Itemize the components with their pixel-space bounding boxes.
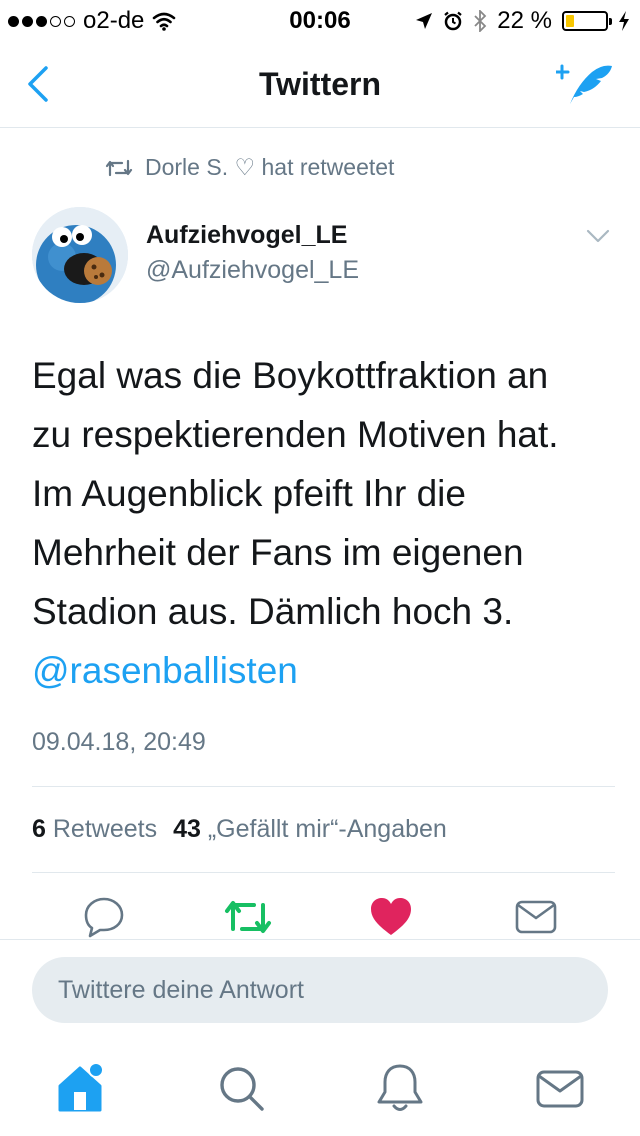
- tweet-timestamp: 09.04.18, 20:49: [32, 728, 206, 756]
- tweet-actions: [0, 895, 640, 939]
- author-name[interactable]: Aufziehvogel_LE: [146, 221, 347, 250]
- divider: [32, 786, 615, 787]
- retweets-count: 6: [32, 815, 46, 843]
- heart-icon[interactable]: [369, 895, 413, 939]
- location-arrow-icon: [416, 13, 433, 29]
- alarm-icon: [444, 11, 463, 31]
- author-avatar[interactable]: [32, 207, 128, 303]
- tweet-line: Mehrheit der Fans im eigenen: [32, 532, 524, 573]
- battery-level: [566, 15, 575, 27]
- battery-percent: 22 %: [497, 7, 552, 34]
- mention-link[interactable]: @rasenballisten: [32, 641, 298, 700]
- reply-input[interactable]: [32, 957, 608, 1023]
- battery-icon: [562, 11, 612, 31]
- author-handle[interactable]: @Aufziehvogel_LE: [146, 256, 359, 285]
- tweet-line: Im Augenblick pfeift Ihr die: [32, 473, 466, 514]
- tweet-stats: 6 Retweets 43 „Gefällt mir“-Angaben: [32, 815, 447, 844]
- navigation-bar: Twittern: [0, 40, 640, 128]
- bluetooth-icon: [474, 10, 487, 32]
- envelope-icon[interactable]: [514, 895, 558, 939]
- tweet-line: zu respektierenden Motiven hat.: [32, 414, 559, 455]
- reply-icon[interactable]: [82, 895, 126, 939]
- retweet-context[interactable]: Dorle S. ♡ hat retweetet: [105, 154, 394, 181]
- compose-tweet-icon[interactable]: [556, 60, 616, 108]
- envelope-icon[interactable]: [532, 1060, 588, 1116]
- tweet-line: Stadion aus. Dämlich hoch 3.: [32, 591, 514, 632]
- tweet-text: Egal was die Boykottfraktion an zu respe…: [32, 346, 612, 641]
- charging-bolt-icon: [619, 11, 629, 31]
- retweets-label: Retweets: [52, 815, 158, 843]
- divider: [32, 872, 615, 873]
- search-icon[interactable]: [212, 1060, 268, 1116]
- retweet-icon[interactable]: [224, 895, 272, 939]
- home-icon[interactable]: [54, 1060, 110, 1116]
- bell-icon[interactable]: [372, 1060, 428, 1116]
- likes-stat[interactable]: 43 „Gefällt mir“-Angaben: [173, 815, 447, 844]
- tab-bar: [0, 1040, 640, 1136]
- likes-label: „Gefällt mir“-Angaben: [207, 815, 447, 843]
- chevron-down-icon[interactable]: [586, 228, 610, 244]
- retweets-stat[interactable]: 6 Retweets: [32, 815, 157, 844]
- status-right: 22 %: [415, 7, 630, 35]
- tweet-line: Egal was die Boykottfraktion an: [32, 355, 549, 396]
- avatar-image: [32, 207, 128, 303]
- reply-box[interactable]: [32, 957, 608, 1023]
- page-title: Twittern: [258, 66, 382, 102]
- divider: [0, 939, 640, 940]
- status-bar: o2-de 00:06 22 %: [0, 0, 640, 40]
- likes-count: 43: [173, 815, 201, 843]
- retweet-icon: [105, 159, 133, 176]
- retweet-context-label: Dorle S. ♡ hat retweetet: [145, 154, 395, 180]
